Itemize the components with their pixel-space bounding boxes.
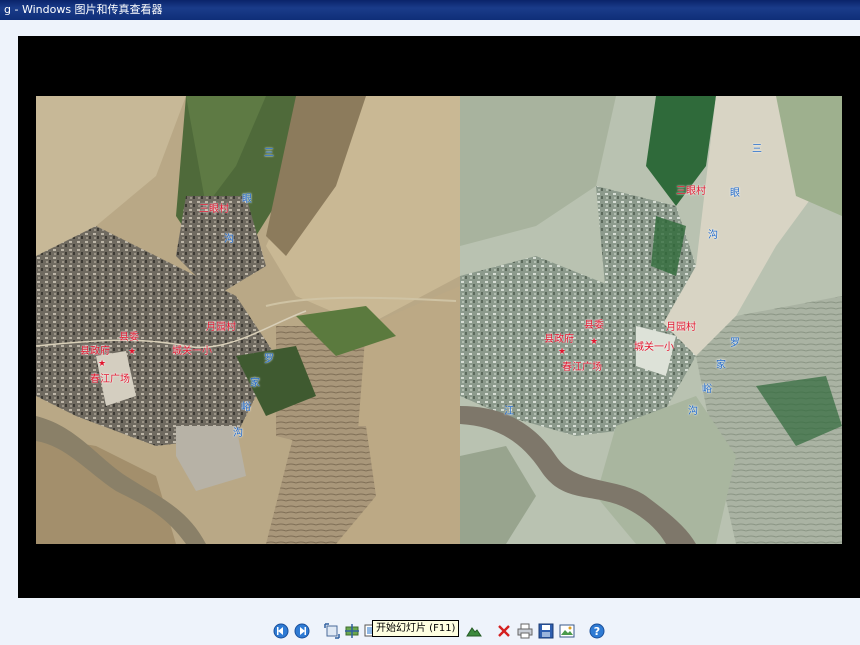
map-label-sanyancun-left: 三眼村 bbox=[199, 204, 229, 215]
help-icon[interactable]: ? bbox=[589, 623, 605, 639]
map-label-yu-right: 峪 bbox=[702, 384, 712, 395]
marker-star-icon: ★ bbox=[590, 337, 599, 347]
title-bar: g - Windows 图片和传真查看器 bbox=[0, 0, 860, 20]
marker-star-icon: ★ bbox=[128, 347, 137, 357]
print-icon[interactable] bbox=[517, 623, 533, 639]
map-label-yan-right: 眼 bbox=[730, 188, 740, 199]
map-label-chunjiangguangchang-right: 春江广场 bbox=[562, 362, 602, 373]
map-label-xianwei-left: 县委 bbox=[119, 332, 139, 343]
map-label-chengguanyixiao-left: 城关一小 bbox=[172, 346, 212, 357]
map-label-xianzhengfu-left: 县政府 bbox=[80, 346, 110, 357]
map-label-luo-right: 罗 bbox=[730, 338, 740, 349]
map-label-san-right: 三 bbox=[752, 144, 762, 155]
map-label-yan-left: 眼 bbox=[242, 194, 252, 205]
map-label-luo-left: 罗 bbox=[264, 354, 274, 365]
map-label-gou2-right: 沟 bbox=[688, 406, 698, 417]
satellite-image-graphic bbox=[36, 96, 842, 544]
rotate-clockwise-icon[interactable] bbox=[466, 623, 482, 639]
map-label-gou2-left: 沟 bbox=[233, 428, 243, 439]
previous-image-icon[interactable] bbox=[273, 623, 289, 639]
map-label-jia-right: 家 bbox=[716, 360, 726, 371]
map-label-gou-left: 沟 bbox=[224, 234, 234, 245]
save-icon[interactable] bbox=[538, 623, 554, 639]
delete-icon[interactable] bbox=[496, 623, 512, 639]
map-label-chengguanyixiao-right: 城关一小 bbox=[634, 342, 674, 353]
best-fit-icon[interactable] bbox=[324, 623, 340, 639]
map-label-yueyuancun-left: 月园村 bbox=[206, 322, 236, 333]
svg-text:?: ? bbox=[594, 625, 600, 638]
marker-star-icon: ★ bbox=[98, 359, 107, 369]
next-image-icon[interactable] bbox=[294, 623, 310, 639]
map-label-yu-left: 峪 bbox=[241, 402, 251, 413]
edit-icon[interactable] bbox=[559, 623, 575, 639]
map-label-jiang-right: 江 bbox=[504, 406, 514, 417]
map-label-yueyuancun-right: 月园村 bbox=[666, 322, 696, 333]
satellite-image: 三 三眼村 眼 沟 月园村 县委 ★ 县政府 ★ 城关一小 春江广场 罗 家 峪… bbox=[36, 96, 842, 544]
slideshow-tooltip: 开始幻灯片 (F11) bbox=[372, 620, 460, 637]
map-label-xianzhengfu-right: 县政府 bbox=[544, 334, 574, 345]
map-label-gou-right: 沟 bbox=[708, 230, 718, 241]
actual-size-icon[interactable] bbox=[344, 623, 360, 639]
map-label-san-left: 三 bbox=[264, 148, 274, 159]
map-label-chunjiangguangchang-left: 春江广场 bbox=[90, 374, 130, 385]
map-label-jia-left: 家 bbox=[250, 378, 260, 389]
image-viewer-area: 三 三眼村 眼 沟 月园村 县委 ★ 县政府 ★ 城关一小 春江广场 罗 家 峪… bbox=[18, 36, 860, 598]
map-label-xianwei-right: 县委 bbox=[584, 320, 604, 331]
marker-star-icon: ★ bbox=[558, 347, 567, 357]
map-label-sanyancun-right: 三眼村 bbox=[676, 186, 706, 197]
window-title: g - Windows 图片和传真查看器 bbox=[4, 3, 163, 16]
